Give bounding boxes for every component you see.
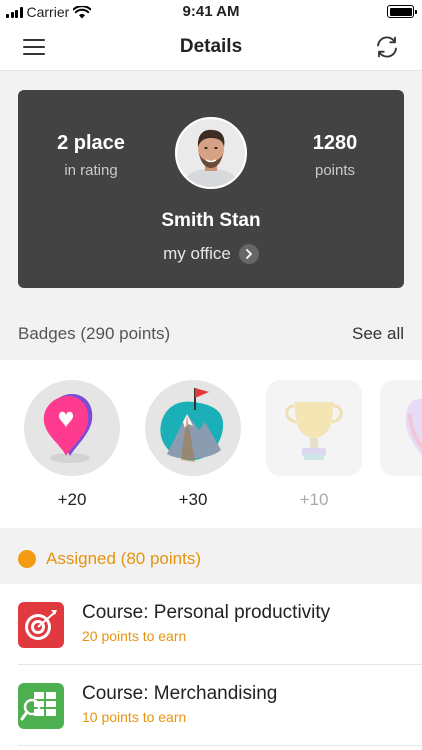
avatar[interactable] bbox=[175, 117, 247, 189]
course-title: Course: Personal productivity bbox=[82, 602, 331, 623]
chevron-right-icon bbox=[238, 244, 259, 264]
badge-item[interactable]: +30 bbox=[145, 380, 241, 510]
battery-icon bbox=[387, 5, 417, 18]
my-office-label: my office bbox=[163, 244, 231, 263]
assigned-title: Assigned (80 points) bbox=[46, 549, 201, 568]
badge-circle bbox=[145, 380, 241, 476]
refresh-icon[interactable] bbox=[374, 34, 400, 60]
divider bbox=[18, 745, 422, 746]
points-value: 1280 bbox=[312, 132, 358, 154]
shelf-icon bbox=[18, 683, 64, 729]
rank-stat: 2 place in rating bbox=[16, 132, 166, 179]
course-points: 10 points to earn bbox=[82, 709, 187, 725]
user-name: Smith Stan bbox=[161, 210, 261, 231]
target-icon bbox=[18, 602, 64, 648]
badge-item-partial[interactable] bbox=[380, 380, 422, 476]
badge-item[interactable]: +10 bbox=[266, 380, 362, 510]
badge-circle bbox=[380, 380, 422, 476]
badge-points: +10 bbox=[299, 490, 329, 509]
mountain-flag-icon bbox=[160, 388, 224, 462]
rank-value: 2 place bbox=[57, 132, 125, 154]
status-time: 9:41 AM bbox=[182, 3, 240, 20]
status-dot-icon bbox=[18, 550, 36, 568]
list-item[interactable]: Course: Merchandising 10 points to earn bbox=[0, 665, 422, 745]
shield-badge-icon bbox=[405, 398, 422, 456]
status-bar: Carrier 9:41 AM bbox=[0, 0, 422, 24]
badge-circle bbox=[266, 380, 362, 476]
assigned-section-header: Assigned (80 points) bbox=[0, 535, 422, 583]
profile-card: 2 place in rating 1280 points Smith Stan… bbox=[18, 90, 404, 288]
badges-header: Badges (290 points) See all bbox=[0, 316, 422, 352]
badge-item[interactable]: +20 bbox=[24, 380, 120, 510]
points-label: points bbox=[314, 162, 356, 179]
my-office-link[interactable]: my office bbox=[18, 244, 404, 264]
course-list: Course: Personal productivity 20 points … bbox=[0, 584, 422, 750]
badges-title: Badges (290 points) bbox=[18, 324, 171, 343]
heart-pin-icon bbox=[43, 394, 93, 463]
badge-points: +30 bbox=[178, 490, 208, 509]
badge-points: +20 bbox=[57, 490, 87, 509]
list-item[interactable]: Course: Personal productivity 20 points … bbox=[0, 584, 422, 664]
course-title: Course: Merchandising bbox=[82, 683, 278, 704]
course-points: 20 points to earn bbox=[82, 628, 187, 644]
badge-circle bbox=[24, 380, 120, 476]
rank-label: in rating bbox=[64, 162, 118, 179]
points-stat: 1280 points bbox=[260, 132, 410, 179]
nav-bar: Details bbox=[0, 24, 422, 71]
page-title: Details bbox=[179, 36, 243, 57]
see-all-link[interactable]: See all bbox=[352, 324, 404, 344]
trophy-icon bbox=[285, 402, 343, 460]
avatar-photo bbox=[177, 119, 245, 187]
badges-carousel[interactable]: +20 +30 +10 bbox=[0, 360, 422, 528]
